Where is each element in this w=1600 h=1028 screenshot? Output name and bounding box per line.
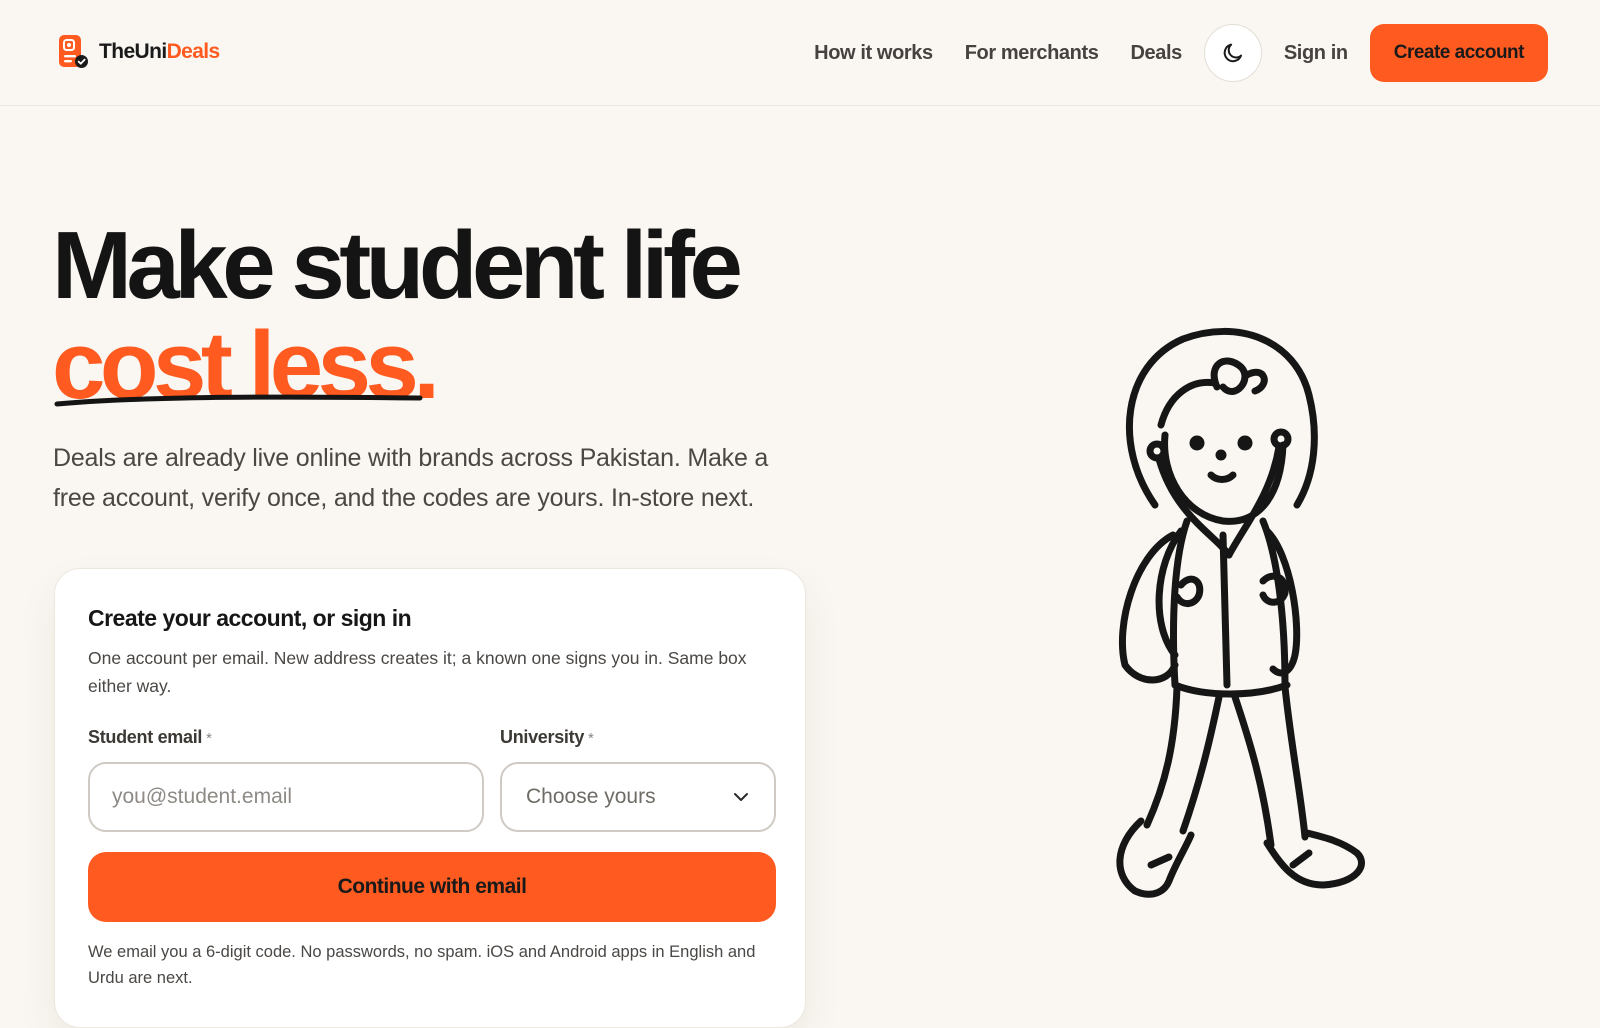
email-label: Student email * [88,727,212,747]
ticket-check-icon [59,35,88,68]
nav-how-it-works-link[interactable]: How it works [814,42,933,65]
theme-toggle-button[interactable] [1203,24,1262,82]
scribble-underline-icon [54,394,423,407]
hero-title-highlight: cost less. [52,312,440,419]
hero-title-line1: Make student life [52,212,743,319]
chevron-down-icon [734,793,748,801]
email-input[interactable] [88,762,484,832]
sign-in-link[interactable]: Sign in [1284,42,1348,65]
card-description: One account per email. New address creat… [88,648,747,696]
nav-deals-link[interactable]: Deals [1130,42,1182,65]
signup-card: Create your account, or sign in One acco… [54,568,806,1028]
university-label: University * [500,727,594,747]
continue-with-email-button[interactable]: Continue with email [88,852,776,922]
student-walking-illustration [1116,328,1365,898]
university-select-value: Choose yours [526,785,656,808]
card-footnote: We email you a 6-digit code. No password… [88,943,756,987]
main-nav: How it works For merchants Deals Sign in… [814,24,1548,82]
university-select[interactable]: Choose yours [500,762,776,832]
nav-for-merchants-link[interactable]: For merchants [965,42,1099,65]
required-mark: * [206,730,212,747]
required-mark: * [588,730,594,747]
card-title: Create your account, or sign in [88,605,412,631]
top-navigation: TheUniDeals How it works For merchants D… [0,0,1600,106]
hero-title: Make student life cost less. [52,216,743,419]
moon-icon [1223,43,1242,63]
hero-subtitle: Deals are already live online with brand… [53,444,769,512]
create-account-button[interactable]: Create account [1369,24,1548,82]
brand-logo[interactable]: TheUniDeals [57,34,220,70]
brand-name: TheUniDeals [99,40,220,63]
